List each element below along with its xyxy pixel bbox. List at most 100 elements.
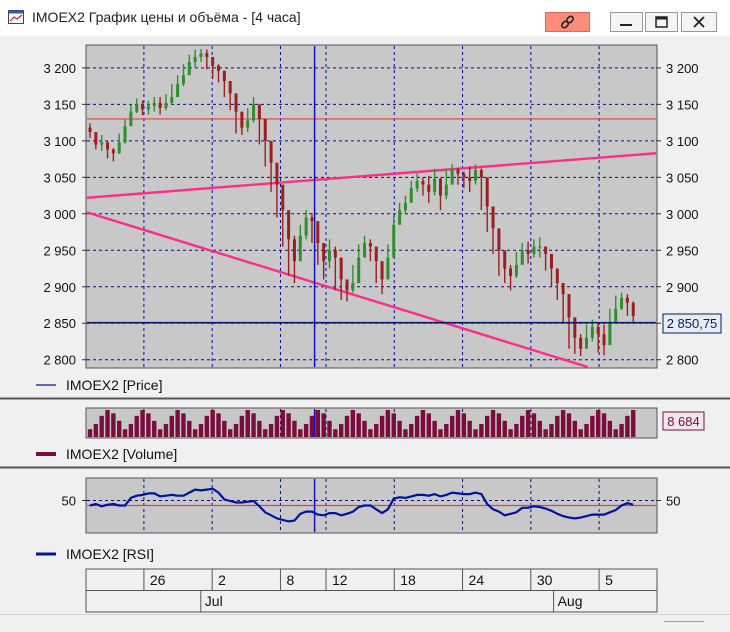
date-tick-label: 18 (400, 572, 416, 588)
volume-bar (496, 413, 502, 437)
price-candle-body (164, 102, 168, 109)
volume-current-value: 8 684 (667, 414, 700, 429)
price-candle-body (579, 337, 583, 349)
volume-bar (338, 423, 344, 437)
price-candle-body (497, 228, 501, 251)
volume-bar (356, 413, 361, 437)
volume-bar (298, 429, 303, 437)
volume-bar (566, 413, 572, 437)
price-candle-body (141, 104, 145, 110)
price-candle-body (561, 283, 565, 295)
volume-bar (333, 429, 338, 437)
price-candle-body (567, 294, 571, 318)
volume-bar (181, 413, 186, 437)
volume-bar (485, 415, 490, 437)
price-candle-body (438, 178, 442, 196)
price-candle-body (602, 334, 606, 346)
price-candle-body (170, 97, 174, 103)
chart-area[interactable]: 3 200 3 200 3 150 3 150 3 100 3 100 3 050 3 050… (0, 36, 730, 631)
chart-icon (8, 10, 24, 24)
volume-bar (397, 420, 402, 437)
volume-bar (590, 415, 595, 437)
volume-bar (619, 423, 624, 437)
price-candle-body (222, 70, 226, 82)
volume-bar (257, 420, 262, 437)
volume-bar (525, 409, 531, 437)
price-volume-chart[interactable]: 3 200 3 200 3 150 3 150 3 100 3 100 3 050 3 050… (0, 36, 730, 614)
price-candle-body (339, 257, 343, 280)
price-candle-body (555, 268, 559, 284)
price-candle-body (100, 142, 104, 145)
price-candle-body (135, 104, 139, 112)
price-candle-body (146, 105, 150, 110)
price-candle-body (129, 111, 133, 127)
price-tick-label-right: 3 000 (666, 207, 699, 222)
price-candle-body (538, 246, 542, 248)
volume-bar (157, 429, 163, 437)
price-candle-body (351, 283, 355, 291)
price-candle-body (631, 302, 635, 316)
volume-bar (502, 420, 507, 437)
title-bar[interactable]: IMOEX2 График цены и объёма - [4 часа] (0, 0, 730, 36)
month-tick-label: Aug (558, 593, 583, 609)
volume-bar (251, 413, 256, 437)
price-candle-body (433, 178, 437, 192)
price-candle-body (117, 142, 121, 154)
price-tick-label-left: 2 850 (43, 316, 76, 331)
volume-bar (531, 413, 537, 437)
volume-bar (274, 415, 280, 437)
price-candle-body (485, 177, 489, 207)
price-candle-body (187, 62, 191, 76)
volume-bar (280, 409, 285, 437)
volume-bar (455, 409, 461, 437)
price-tick-label-left: 3 000 (43, 207, 76, 222)
volume-bar (321, 413, 326, 437)
volume-bar (309, 415, 315, 437)
price-tick-label-right: 3 200 (666, 61, 699, 76)
price-candle-body (590, 326, 594, 338)
minimize-button[interactable] (610, 12, 643, 32)
price-candle-body (257, 104, 261, 119)
price-candle-body (409, 188, 413, 203)
volume-bar (216, 413, 221, 437)
price-tick-label-right: 3 050 (666, 170, 699, 185)
date-tick-label: 12 (332, 572, 348, 588)
date-tick-label: 26 (150, 572, 166, 588)
volume-bar (192, 429, 198, 437)
volume-bar (239, 415, 245, 437)
close-button[interactable] (681, 12, 717, 32)
price-candle-body (310, 217, 314, 222)
date-tick-label: 30 (537, 572, 553, 588)
rsi-tick-label-left: 50 (62, 494, 76, 509)
price-candle-body (304, 217, 308, 236)
volume-bar (595, 409, 601, 437)
volume-bar (549, 423, 554, 437)
volume-bar (584, 423, 589, 437)
price-candle-body (544, 246, 548, 254)
price-candle-body (106, 142, 110, 150)
link-button[interactable] (545, 12, 590, 32)
volume-bar (403, 429, 408, 437)
resize-grip[interactable] (664, 621, 704, 622)
maximize-icon (655, 16, 668, 28)
price-candle-body (246, 120, 250, 128)
price-candle-body (474, 170, 478, 181)
date-tick-label: 8 (286, 572, 294, 588)
window-title: IMOEX2 График цены и объёма - [4 часа] (32, 9, 301, 25)
volume-bar (601, 413, 607, 437)
volume-bar (210, 409, 215, 437)
price-candle-body (374, 246, 378, 262)
price-candle-body (298, 235, 302, 262)
volume-bar (268, 423, 274, 437)
price-tick-label-right: 2 800 (666, 353, 699, 368)
price-candle-body (450, 170, 454, 185)
volume-bar (122, 429, 128, 437)
price-legend: IMOEX2 [Price] (66, 377, 162, 393)
price-candle-body (456, 170, 460, 174)
volume-bar (613, 429, 618, 437)
volume-bar (631, 409, 636, 437)
maximize-button[interactable] (645, 12, 678, 32)
volume-bar (344, 415, 350, 437)
volume-bar (233, 423, 239, 437)
price-candle-body (269, 140, 273, 163)
